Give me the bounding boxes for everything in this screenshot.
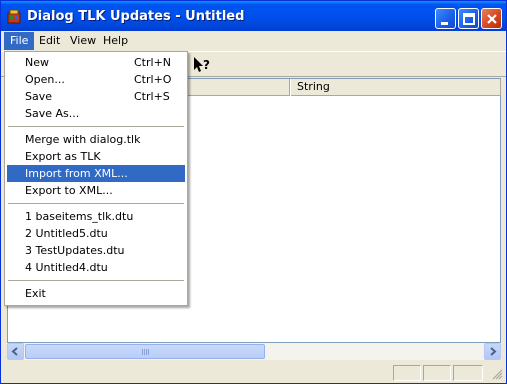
menu-bar: File Edit View Help — [1, 31, 506, 50]
menu-item-label: Save As... — [25, 107, 80, 120]
menu-item-label: New — [25, 56, 49, 69]
menu-item-save-as[interactable]: Save As... — [7, 105, 185, 122]
status-bar — [1, 362, 506, 383]
status-pane — [423, 365, 451, 381]
menu-item-label: Merge with dialog.tlk — [25, 133, 141, 146]
status-pane — [393, 365, 421, 381]
menu-help[interactable]: Help — [97, 32, 134, 50]
menu-separator — [8, 280, 184, 281]
scroll-left-button[interactable] — [7, 343, 24, 360]
scroll-thumb[interactable] — [25, 344, 265, 359]
menu-item-import-xml[interactable]: Import from XML... — [7, 165, 185, 182]
file-menu-dropdown: New Ctrl+N Open... Ctrl+O Save Ctrl+S Sa… — [4, 51, 188, 306]
menu-item-label: Open... — [25, 73, 65, 86]
menu-item-merge[interactable]: Merge with dialog.tlk — [7, 131, 185, 148]
resize-grip-icon[interactable] — [491, 368, 503, 380]
menu-item-export-tlk[interactable]: Export as TLK — [7, 148, 185, 165]
menu-separator — [8, 203, 184, 204]
menu-item-label: Export to XML... — [25, 184, 113, 197]
minimize-button[interactable] — [435, 8, 456, 29]
menu-item-open[interactable]: Open... Ctrl+O — [7, 71, 185, 88]
menu-item-recent-2[interactable]: 2 Untitled5.dtu — [7, 225, 185, 242]
app-icon[interactable] — [6, 8, 22, 24]
menu-item-label: 1 baseitems_tlk.dtu — [25, 210, 134, 223]
context-help-icon[interactable]: ? — [191, 55, 213, 75]
status-pane — [453, 365, 483, 381]
menu-item-save[interactable]: Save Ctrl+S — [7, 88, 185, 105]
menu-edit[interactable]: Edit — [33, 32, 66, 50]
grip-icon — [142, 349, 150, 355]
menu-item-recent-3[interactable]: 3 TestUpdates.dtu — [7, 242, 185, 259]
menu-item-label: Export as TLK — [25, 150, 101, 163]
menu-item-label: Import from XML... — [25, 167, 128, 180]
menu-item-shortcut: Ctrl+O — [134, 73, 172, 86]
menu-separator — [8, 126, 184, 127]
menu-item-label: Exit — [25, 287, 46, 300]
menu-item-exit[interactable]: Exit — [7, 285, 185, 302]
menu-file[interactable]: File — [4, 32, 35, 50]
title-bar[interactable]: Dialog TLK Updates - Untitled — [1, 1, 506, 31]
close-button[interactable] — [481, 8, 502, 29]
scroll-right-button[interactable] — [484, 343, 501, 360]
menu-item-recent-4[interactable]: 4 Untitled4.dtu — [7, 259, 185, 276]
window-title: Dialog TLK Updates - Untitled — [27, 9, 245, 24]
menu-item-shortcut: Ctrl+N — [134, 56, 172, 69]
svg-text:?: ? — [203, 58, 210, 72]
menu-item-shortcut: Ctrl+S — [134, 90, 170, 103]
menu-item-label: Save — [25, 90, 53, 103]
column-header-string[interactable]: String — [291, 79, 501, 96]
menu-item-recent-1[interactable]: 1 baseitems_tlk.dtu — [7, 208, 185, 225]
menu-item-new[interactable]: New Ctrl+N — [7, 54, 185, 71]
maximize-button[interactable] — [458, 8, 479, 29]
menu-item-label: 2 Untitled5.dtu — [25, 227, 108, 240]
menu-item-label: 4 Untitled4.dtu — [25, 261, 108, 274]
horizontal-scrollbar[interactable] — [7, 343, 501, 360]
menu-item-export-xml[interactable]: Export to XML... — [7, 182, 185, 199]
menu-item-label: 3 TestUpdates.dtu — [25, 244, 125, 257]
app-window: Dialog TLK Updates - Untitled File Edit … — [0, 0, 507, 384]
